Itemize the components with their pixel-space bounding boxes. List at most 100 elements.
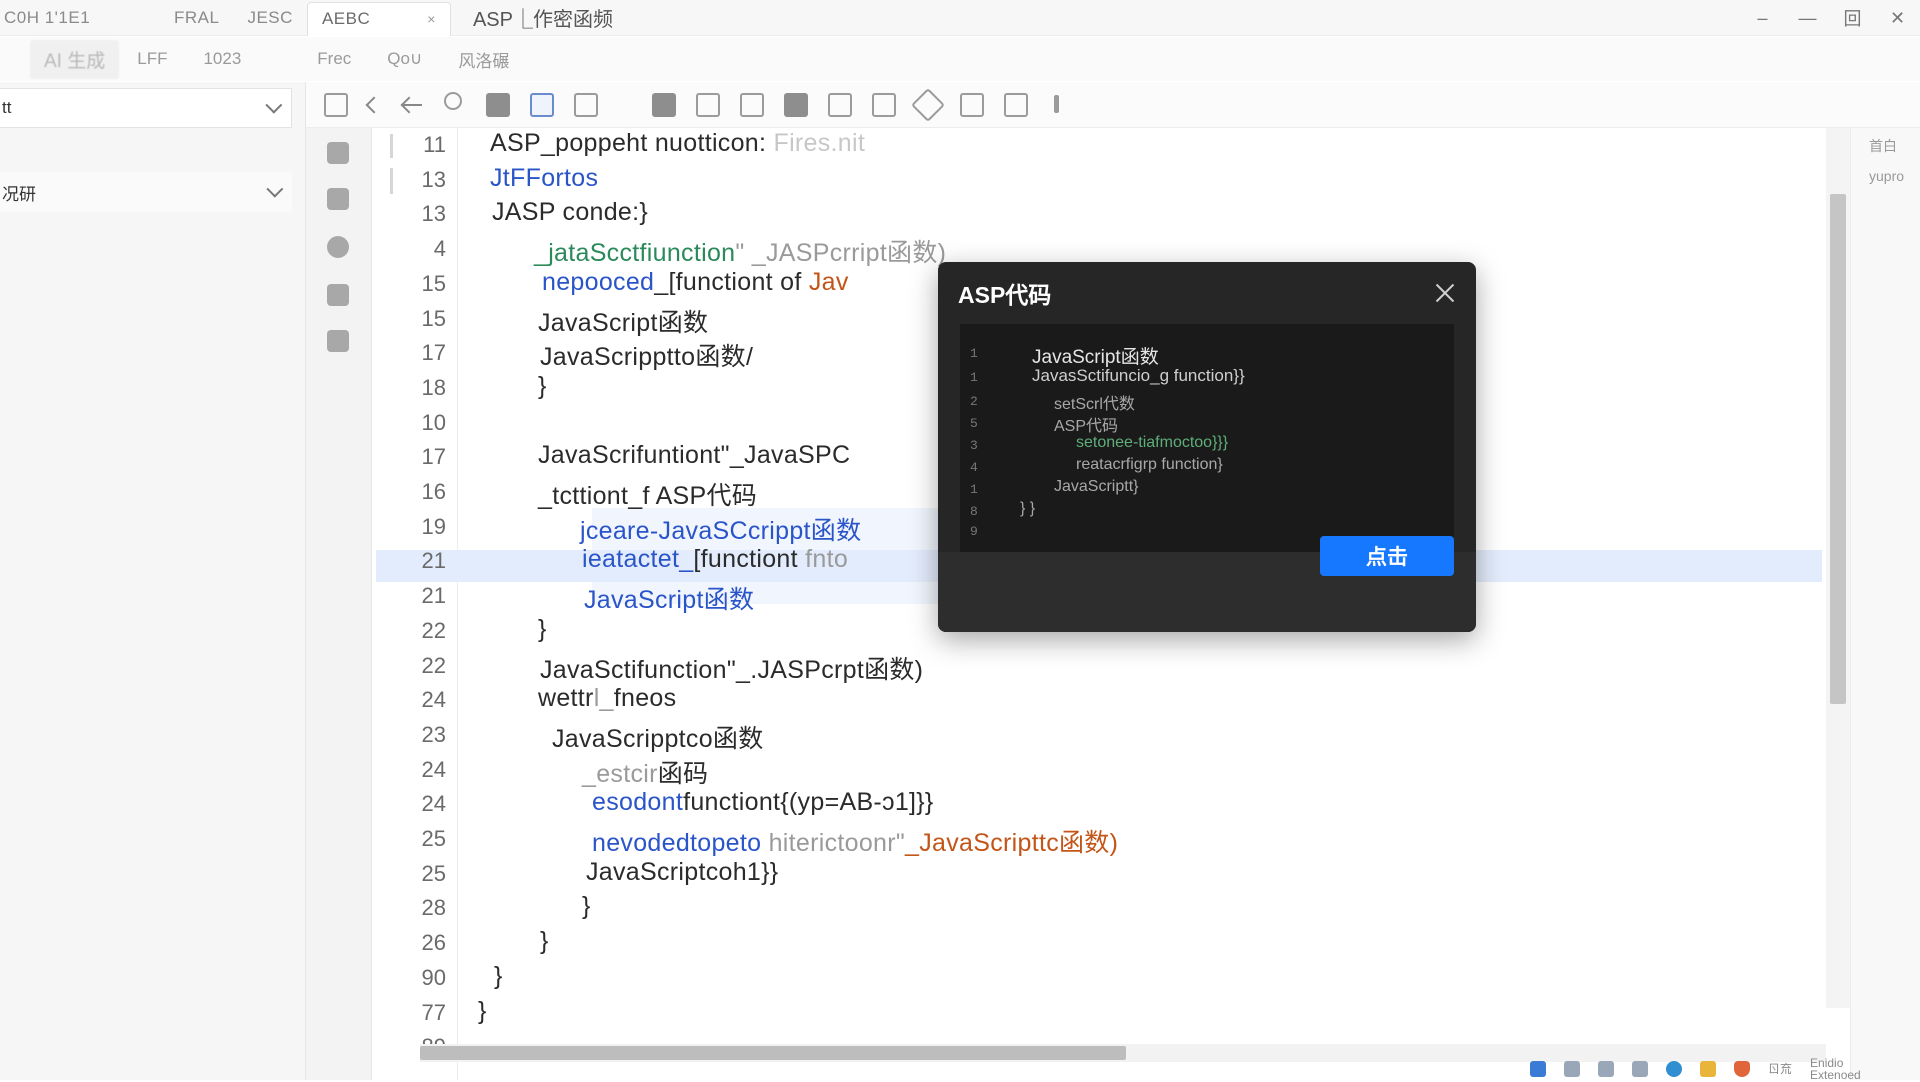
dialog-code-token: reatacrfigrp function} [1076, 456, 1223, 473]
close-window-icon[interactable]: ✕ [1875, 0, 1920, 36]
code-token: JavaSCcrippt函数 [658, 516, 862, 545]
code-token: } [540, 927, 549, 956]
minimize-icon[interactable]: – [1740, 0, 1785, 36]
tab-3[interactable]: JESC [233, 0, 306, 36]
code-token: nepooced [542, 267, 655, 296]
tab-active[interactable]: AEBC × [306, 1, 451, 36]
dialog-line-number: 8 [970, 504, 978, 519]
code-line: } [478, 997, 487, 1026]
line-number: 28 [421, 895, 446, 921]
paste-icon[interactable] [784, 93, 808, 117]
maximize-icon[interactable]: 回 [1830, 0, 1875, 36]
code-line: esodontfunctiont{(yp=ΑΒ-ɔ1]}} [592, 788, 934, 817]
square-icon[interactable] [1004, 93, 1028, 117]
app-icon[interactable] [1632, 1061, 1648, 1077]
code-token: JavaScripptco函数 [552, 724, 764, 753]
chevron-down-icon [266, 180, 284, 198]
vertical-scrollbar[interactable] [1826, 128, 1850, 1008]
code-token: JavaScriptcoh1}} [586, 857, 779, 886]
copy-icon[interactable] [740, 93, 764, 117]
clipboard-icon[interactable] [327, 330, 349, 352]
tray-label-group: Enidio Extenoed [1810, 1057, 1861, 1081]
tag-icon[interactable] [911, 88, 945, 122]
menu-item-5[interactable]: 风洛碾 [440, 47, 527, 72]
dialog-line-number: 1 [970, 346, 978, 361]
image-icon[interactable] [1598, 1061, 1614, 1077]
toolbar [306, 82, 1920, 128]
code-line: nepooced_[functiont of Jav [542, 268, 849, 297]
menu-item-1[interactable]: LFF [119, 49, 185, 69]
click-button[interactable]: 点击 [1320, 536, 1454, 576]
browser-icon[interactable] [1666, 1061, 1682, 1077]
code-token: nevodedtopeto [592, 829, 769, 857]
package-icon[interactable] [327, 284, 349, 306]
line-number: 77 [421, 999, 446, 1025]
gutter-marker [390, 168, 393, 194]
activity-bar [306, 128, 372, 1080]
dialog-code-line: ASP代码 [1054, 412, 1118, 436]
dialog-code-token: JavaScriptt} [1054, 478, 1139, 495]
dialog-code-token: ASP代码 [1054, 418, 1119, 435]
menu-item-3[interactable]: Frec [299, 49, 369, 69]
code-token: JavaScripptto函数/ [540, 343, 754, 372]
tab-1[interactable]: C0H 1'1E1 [0, 0, 160, 36]
restore-down-icon[interactable]: — [1785, 0, 1830, 36]
code-line: ieatactet_[functiont fnto [582, 545, 848, 574]
more-icon[interactable] [1054, 93, 1060, 117]
check-icon[interactable] [327, 236, 349, 258]
notes-icon[interactable] [1700, 1061, 1716, 1077]
cut-icon[interactable] [696, 93, 720, 117]
code-line: jceare-JavaSCcrippt函数 [580, 511, 861, 547]
line-number: 13 [421, 166, 446, 192]
window-icon[interactable] [324, 93, 348, 117]
chevron-left-icon[interactable] [360, 93, 384, 117]
back-arrow-icon[interactable] [400, 93, 424, 117]
user-icon[interactable] [444, 92, 462, 110]
code-token: } [538, 371, 547, 400]
security-icon[interactable] [1734, 1061, 1750, 1077]
line-number: 21 [421, 548, 446, 574]
code-token: Jav [808, 267, 849, 296]
edit-icon[interactable] [872, 93, 896, 117]
windows-icon[interactable] [1530, 1061, 1546, 1077]
tab-close-icon[interactable]: × [427, 11, 436, 27]
menu-item-4[interactable]: Qo∪ [369, 49, 440, 69]
code-token: hiterictoonr" [768, 829, 906, 857]
line-number: 21 [421, 583, 446, 609]
dialog-line-number: 3 [970, 438, 978, 453]
code-line: } [538, 615, 547, 644]
code-token: } [494, 961, 503, 990]
close-icon[interactable] [1434, 282, 1456, 304]
files-icon[interactable] [327, 142, 349, 164]
code-line: } [494, 962, 503, 991]
view-dropdown[interactable]: 况研 [0, 172, 292, 212]
line-number: 13 [421, 201, 446, 227]
debug-icon[interactable] [530, 93, 554, 117]
tab-2[interactable]: FRAL [160, 0, 233, 36]
code-line: _tcttiont_f ASP代码 [538, 476, 757, 512]
folder-icon[interactable] [1564, 1061, 1580, 1077]
menu-item-2[interactable]: 1023 [185, 49, 259, 69]
code-token: _tcttiont_f ASP代码 [538, 482, 758, 510]
save-icon[interactable] [652, 93, 676, 117]
scrollbar-thumb[interactable] [1830, 194, 1846, 704]
dialog-code-line: JavaScriptt} [1054, 478, 1138, 496]
format-icon[interactable] [828, 93, 852, 117]
dialog-code-preview: 1 JavaScript函数 1 JavasSctifuncio_g function… [960, 324, 1454, 552]
gift-icon[interactable] [327, 188, 349, 210]
code-line: ASP_poppeht nuotticon: Fires.nit [490, 129, 865, 158]
line-number: 10 [421, 409, 446, 435]
code-line: JavaSctifunction"_.JASPcrpt函数) [540, 650, 923, 686]
code-token: ieatactet_ [582, 545, 694, 574]
code-line: _estcir函码 [582, 754, 708, 790]
shield-icon[interactable] [486, 93, 510, 117]
tray-label: Extenoed [1810, 1068, 1861, 1082]
line-number: 22 [421, 652, 446, 678]
home-upload-icon[interactable] [574, 93, 598, 117]
input-language[interactable]: ㄖ㐬 [1768, 1063, 1792, 1075]
project-dropdown-value: tt [2, 98, 12, 117]
project-dropdown[interactable]: tt [0, 88, 292, 128]
scrollbar-thumb[interactable] [420, 1046, 1126, 1060]
code-token: [functiont [693, 545, 806, 574]
house-icon[interactable] [960, 93, 984, 117]
